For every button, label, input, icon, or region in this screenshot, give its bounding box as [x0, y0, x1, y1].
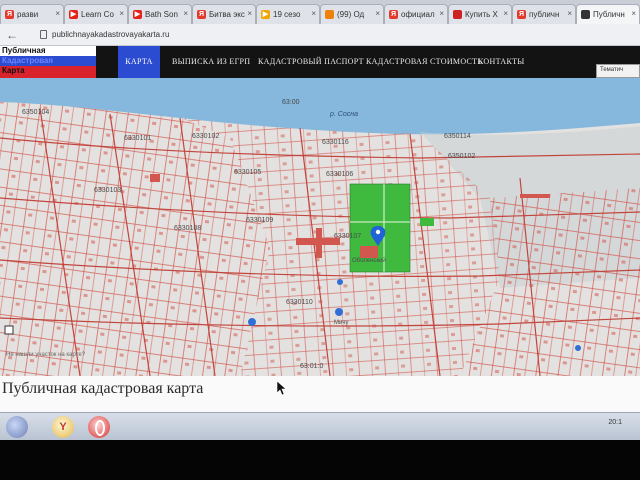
road-label: Мичу	[334, 320, 348, 326]
browser-tab[interactable]: ▶ Bath Son ×	[128, 4, 192, 24]
quarter-label: 6330102	[192, 133, 219, 140]
opera-browser-icon[interactable]	[88, 416, 110, 438]
browser-tab[interactable]: Япубличн ×	[512, 4, 576, 24]
page-footer: Публичная кадастровая карта	[0, 376, 640, 412]
quarter-label: 6330101	[124, 135, 151, 142]
screen: Яразви × ▶ Learn Co × ▶ Bath Son × Я Битва экс × ▶ 1…	[0, 0, 640, 480]
quarter-label: 6330108	[174, 225, 201, 232]
quarter-label: 6330103	[94, 187, 121, 194]
site-header: Публичная Кадастровая Карта КАРТА ВЫПИСК…	[0, 46, 640, 78]
close-tab-icon[interactable]: ×	[503, 9, 508, 18]
site-logo[interactable]: Публичная Кадастровая Карта	[0, 46, 96, 78]
play-icon: ▶	[261, 10, 270, 19]
address-bar: ← publichnayakadastrovayakarta.ru	[0, 24, 640, 46]
browser-tab-label: публичн	[529, 10, 560, 19]
pin-label: Оболенский	[352, 257, 386, 264]
quarter-label: 6350114	[444, 133, 471, 140]
not-found-link[interactable]: Не нашли участок на карте?	[6, 352, 86, 358]
yandex-icon: Я	[5, 10, 14, 19]
back-arrow-icon[interactable]: ←	[4, 27, 20, 43]
browser-tab[interactable]: Купить Х ×	[448, 4, 512, 24]
logo-line-3: Карта	[0, 66, 96, 78]
nav-map[interactable]: КАРТА	[118, 46, 160, 78]
quarter-label: 6350104	[22, 109, 49, 116]
system-clock[interactable]: 20:1	[608, 419, 622, 427]
monitor-bezel	[0, 440, 640, 480]
nav-cadastral-passport[interactable]: КАДАСТРОВЫЙ ПАСПОРТ	[258, 46, 364, 78]
yandex-icon: Я	[197, 10, 206, 19]
browser-tab[interactable]: ▶ 19 сезо ×	[256, 4, 320, 24]
quarter-label: 6330109	[246, 217, 273, 224]
browser-tab-strip: Яразви × ▶ Learn Co × ▶ Bath Son × Я Битва экс × ▶ 1…	[0, 0, 640, 24]
browser-tab-label: Bath Son	[145, 10, 178, 19]
cadastral-map[interactable]: 6350104 6330101 6330102 6330116 6350114 …	[0, 78, 640, 376]
browser-tab[interactable]: (99) Од ×	[320, 4, 384, 24]
quarter-label: 6330110	[286, 299, 313, 306]
map-canvas[interactable]: 6350104 6330101 6330102 6330116 6350114 …	[0, 78, 640, 376]
quarter-label: 6330106	[326, 171, 353, 178]
close-tab-icon[interactable]: ×	[567, 9, 572, 18]
page-title: Публичная кадастровая карта	[2, 380, 204, 397]
browser-tab-label: Битва экс	[209, 10, 245, 19]
browser-tab-label: Публичн	[593, 10, 625, 19]
close-tab-icon[interactable]: ×	[55, 9, 60, 18]
youtube-icon: ▶	[69, 10, 78, 19]
url-field[interactable]: publichnayakadastrovayakarta.ru	[52, 27, 612, 43]
mouse-cursor-icon	[276, 380, 286, 396]
nav-egrp-extract[interactable]: ВЫПИСКА ИЗ ЕГРП	[172, 46, 250, 78]
yandex-icon: Я	[389, 10, 398, 19]
quarter-label: 6330116	[322, 139, 349, 146]
quarter-label: 6330105	[234, 169, 261, 176]
close-tab-icon[interactable]: ×	[375, 9, 380, 18]
map-icon	[581, 10, 590, 19]
close-tab-icon[interactable]: ×	[311, 9, 316, 18]
logo-line-1: Публичная	[0, 46, 96, 56]
quarter-label-bottom: 63:01:0	[300, 363, 323, 370]
nav-contacts[interactable]: КОНТАКТЫ	[478, 46, 525, 78]
browser-tab-label: 19 сезо	[273, 10, 301, 19]
close-tab-icon[interactable]: ×	[247, 9, 252, 18]
quarter-label: 6330107	[334, 233, 361, 240]
start-button-icon[interactable]	[6, 416, 28, 438]
layer-checkbox[interactable]	[4, 325, 14, 335]
browser-tab-label: Купить Х	[465, 10, 498, 19]
close-tab-icon[interactable]: ×	[439, 9, 444, 18]
ok-icon	[325, 10, 334, 19]
browser-tab-label: Learn Co	[81, 10, 114, 19]
quarter-label: 6350102	[448, 153, 475, 160]
shop-icon	[453, 10, 462, 19]
lock-icon	[40, 30, 47, 39]
browser-tab-label: разви	[17, 10, 39, 19]
browser-tab[interactable]: ▶ Learn Co ×	[64, 4, 128, 24]
browser-tab[interactable]: Яофициал ×	[384, 4, 448, 24]
windows-taskbar: Y 20:1	[0, 412, 640, 440]
browser-tab[interactable]: Яразви ×	[0, 4, 64, 24]
water-area-label: 63:00	[282, 99, 300, 106]
nav-cadastral-value[interactable]: КАДАСТРОВАЯ СТОИМОСТЬ	[366, 46, 482, 78]
youtube-icon: ▶	[133, 10, 142, 19]
yandex-browser-icon[interactable]: Y	[52, 416, 74, 438]
close-tab-icon[interactable]: ×	[631, 9, 636, 18]
logo-line-2: Кадастровая	[0, 56, 96, 66]
close-tab-icon[interactable]: ×	[183, 9, 188, 18]
yandex-icon: Я	[517, 10, 526, 19]
browser-tab[interactable]: Я Битва экс ×	[192, 4, 256, 24]
close-tab-icon[interactable]: ×	[119, 9, 124, 18]
browser-tab-label: официал	[401, 10, 435, 19]
thematic-layers-label: Тематич	[600, 67, 624, 73]
browser-tab-label: (99) Од	[337, 10, 365, 19]
browser-tab[interactable]: Публичн ×	[576, 4, 640, 24]
thematic-layers-panel[interactable]: Тематич	[596, 64, 640, 78]
river-name-label: р. Сосна	[329, 111, 358, 118]
parcel-grid-west	[0, 102, 270, 376]
